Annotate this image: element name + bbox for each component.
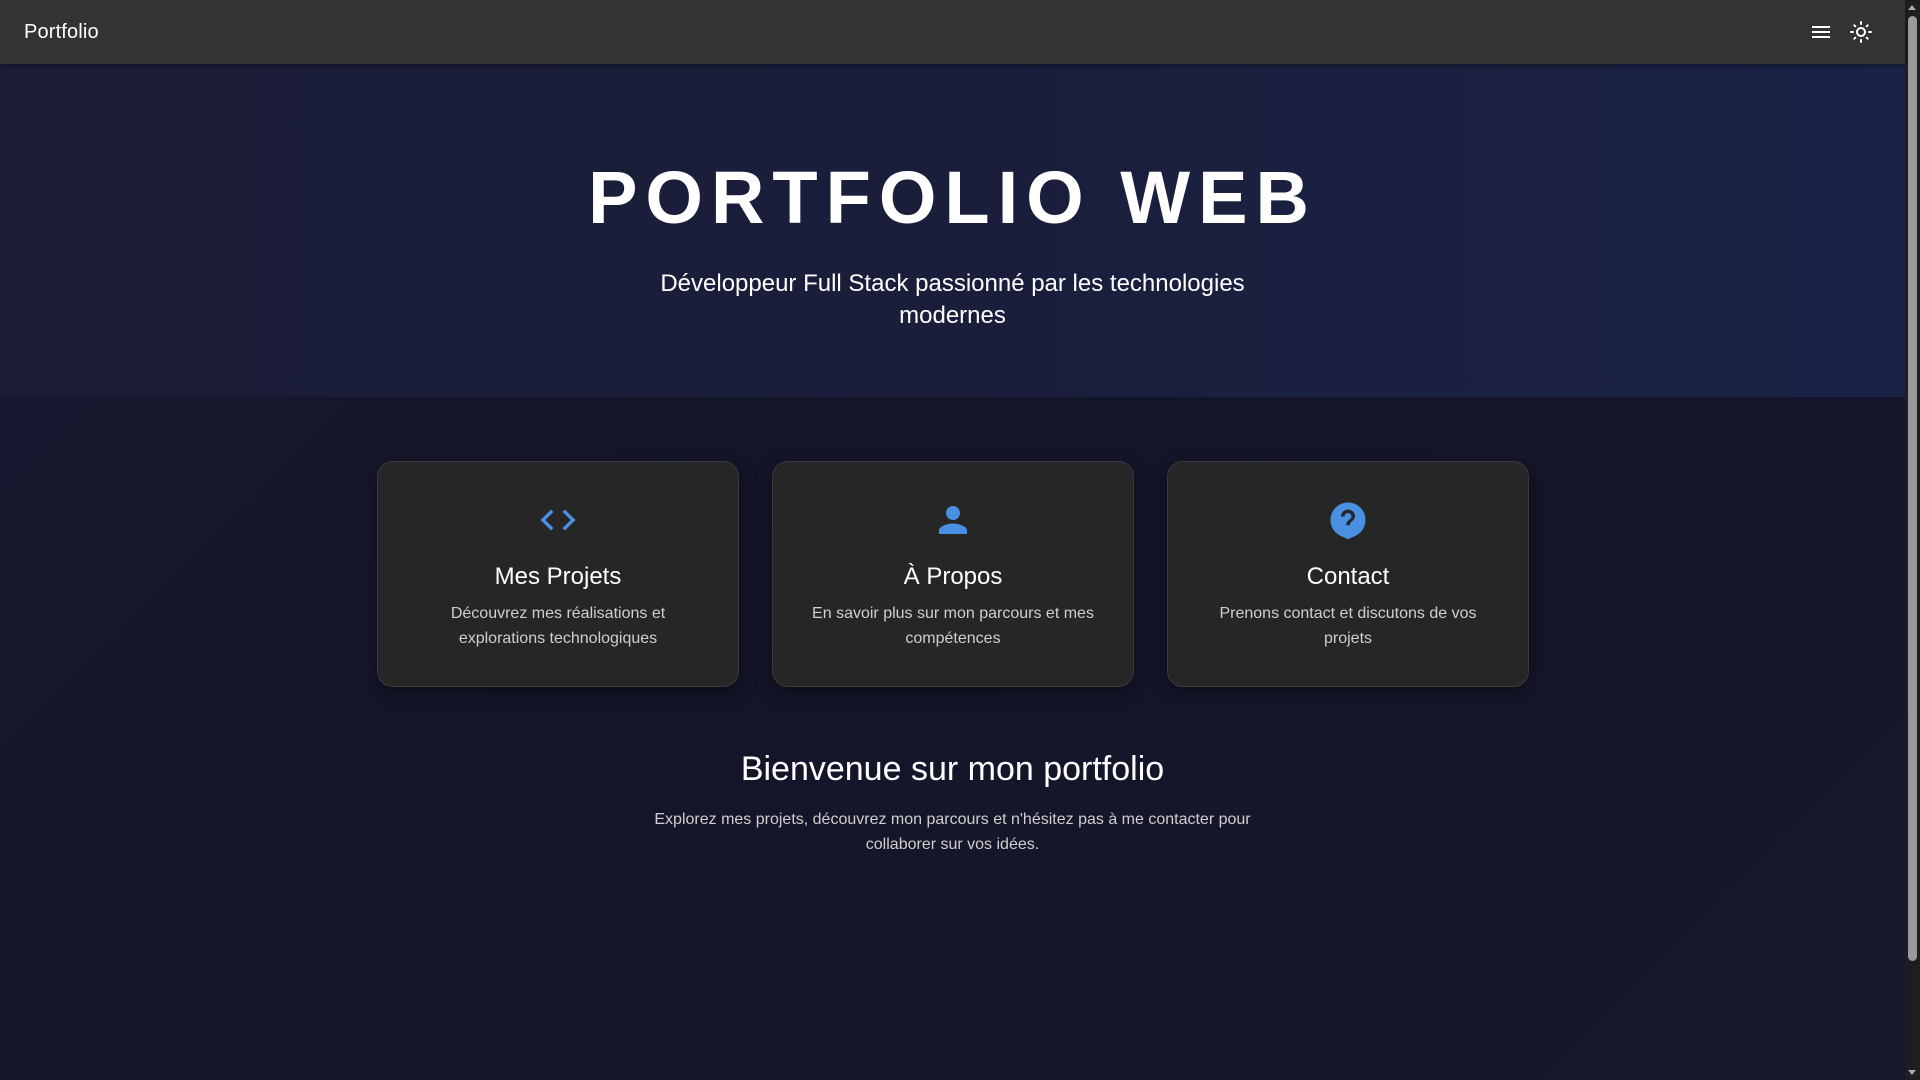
scroll-down-arrow-icon[interactable]	[1908, 1070, 1916, 1075]
scroll-thumb[interactable]	[1908, 16, 1917, 961]
menu-icon	[1812, 26, 1830, 38]
hero-title: PORTFOLIO WEB	[588, 156, 1317, 239]
welcome-text: Explorez mes projets, découvrez mon parc…	[654, 811, 1251, 853]
card-projects[interactable]: Mes Projets Découvrez mes réalisations e…	[377, 461, 739, 687]
card-description: En savoir plus sur mon parcours et mes c…	[812, 605, 1094, 647]
card-about[interactable]: À Propos En savoir plus sur mon parcours…	[772, 461, 1134, 687]
scroll-up-arrow-icon[interactable]	[1908, 5, 1916, 10]
card-description: Découvrez mes réalisations et exploratio…	[450, 605, 666, 647]
feature-cards: Mes Projets Découvrez mes réalisations e…	[377, 461, 1529, 687]
card-description: Prenons contact et discutons de vos proj…	[1219, 605, 1477, 647]
card-contact[interactable]: Contact Prenons contact et discutons de …	[1167, 461, 1529, 687]
sun-icon	[1850, 21, 1872, 43]
help-icon	[1327, 499, 1369, 541]
card-title: Mes Projets	[494, 563, 622, 590]
menu-button[interactable]	[1801, 12, 1841, 52]
person-icon	[932, 499, 974, 541]
brand-title[interactable]: Portfolio	[24, 21, 99, 44]
vertical-scrollbar[interactable]	[1905, 0, 1920, 1080]
welcome-title: Bienvenue sur mon portfolio	[740, 750, 1165, 788]
card-title: À Propos	[903, 563, 1003, 590]
card-title: Contact	[1306, 563, 1390, 590]
hero-section: PORTFOLIO WEB Développeur Full Stack pas…	[0, 64, 1905, 397]
code-icon	[537, 499, 579, 541]
theme-toggle-button[interactable]	[1841, 12, 1881, 52]
page: Portfolio PORTFOLIO WEB Développeur Full…	[0, 0, 1905, 1080]
hero-subtitle: Développeur Full Stack passionné par les…	[660, 270, 1245, 329]
app-bar: Portfolio	[0, 0, 1905, 64]
